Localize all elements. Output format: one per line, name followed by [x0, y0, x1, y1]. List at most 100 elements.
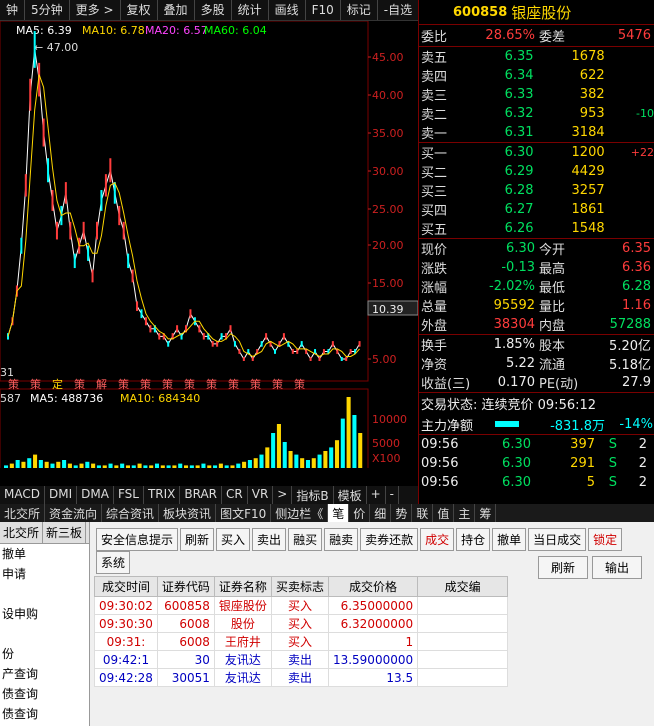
candle	[282, 333, 285, 340]
ask-levels: 卖五 6.35 1678 卖四 6.34 622 卖三 6.33 382 卖二 6.32 953 -10…	[419, 47, 654, 143]
nav-tab[interactable]: 势	[391, 504, 413, 522]
trade-button[interactable]: 卖券还款	[360, 528, 419, 551]
ma-legend-ma20: MA20: 6.57	[145, 24, 208, 37]
toolbar-item[interactable]: 5分钟	[25, 0, 70, 20]
export-button[interactable]: 输出	[592, 556, 642, 579]
nav-tab[interactable]: 笔	[328, 504, 350, 522]
indicator-tab[interactable]: 模板	[334, 486, 367, 505]
tick-volume: 397	[570, 437, 595, 452]
table-row[interactable]: 09:30:30 6008 股份 买入 6.32000000	[94, 614, 509, 633]
tree-item[interactable]: 债查询	[0, 684, 89, 704]
trade-button[interactable]: 融卖	[324, 528, 359, 551]
level-label: 卖二	[421, 108, 448, 123]
trade-button[interactable]: 锁定	[588, 528, 623, 551]
column-header[interactable]: 成交时间	[94, 576, 158, 597]
indicator-tab[interactable]: FSL	[114, 486, 144, 505]
indicator-tab[interactable]: VR	[248, 486, 274, 505]
table-row[interactable]: 09:30:02 600858 银座股份 买入 6.35000000	[94, 596, 509, 615]
candle	[149, 325, 152, 333]
volume-bar	[311, 458, 316, 469]
tree-item[interactable]	[0, 624, 89, 644]
tree-item[interactable]: 申请	[0, 564, 89, 584]
trade-button[interactable]: 持仓	[456, 528, 491, 551]
candle	[198, 325, 201, 333]
indicator-tab[interactable]: TRIX	[144, 486, 181, 505]
indicator-tab[interactable]: -	[386, 486, 399, 505]
toolbar-item[interactable]: 叠加	[158, 0, 195, 20]
toolbar-item[interactable]: 统计	[232, 0, 269, 20]
indicator-tab[interactable]: MACD	[0, 486, 45, 505]
level-price: 6.35	[504, 49, 534, 64]
trade-button[interactable]: 买入	[216, 528, 251, 551]
trade-button[interactable]: 卖出	[252, 528, 287, 551]
table-row[interactable]: 09:42:28 30051 友讯达 卖出 13.5	[94, 668, 509, 687]
tree-item[interactable]: 设申购	[0, 604, 89, 624]
market-tab[interactable]: 新三板	[43, 522, 87, 543]
column-header[interactable]: 成交编	[417, 576, 509, 597]
nav-tab[interactable]: 综合资讯	[102, 504, 160, 522]
nav-tab[interactable]: 侧边栏《	[271, 504, 329, 522]
tree-item[interactable]: 产查询	[0, 664, 89, 684]
volume-bar	[38, 460, 43, 469]
trade-table: 成交时间 证券代码 证券名称 买卖标志 成交价格 成交编 09:30:02 600858 银座…	[94, 576, 509, 687]
nav-tab[interactable]: 板块资讯	[159, 504, 217, 522]
nav-tab[interactable]: 资金流向	[45, 504, 103, 522]
stat-row: 现价 6.30 今开 6.35	[419, 239, 654, 258]
market-tab[interactable]: 北交所	[0, 522, 44, 543]
nav-tab[interactable]: 图文F10	[216, 504, 272, 522]
nav-tab[interactable]: 北交所	[0, 504, 46, 522]
tree-item[interactable]	[0, 584, 89, 604]
trade-button[interactable]: 融买	[288, 528, 323, 551]
indicator-tab[interactable]: >	[273, 486, 293, 505]
indicator-tab[interactable]: DMI	[45, 486, 78, 505]
trade-button[interactable]: 安全信息提示	[96, 528, 179, 551]
volume-bar	[96, 465, 101, 469]
toolbar-item[interactable]: F10	[306, 0, 341, 20]
cell-price: 6.35000000	[327, 596, 419, 615]
volume-bar	[253, 458, 258, 469]
volume-axis-label: 10000	[372, 413, 407, 426]
stat-label: 涨跌	[421, 262, 448, 277]
indicator-tab[interactable]: BRAR	[180, 486, 223, 505]
table-row[interactable]: 09:31: 6008 王府井 买入 1	[94, 632, 509, 651]
nav-tab[interactable]: 细	[370, 504, 392, 522]
column-header[interactable]: 买卖标志	[270, 576, 329, 597]
nav-tab[interactable]: 筹	[475, 504, 497, 522]
toolbar-item[interactable]: 复权	[121, 0, 158, 20]
stat2-value: 0.170	[497, 375, 535, 390]
nav-tab[interactable]: 值	[433, 504, 455, 522]
trade-button[interactable]: 撤单	[492, 528, 527, 551]
trade-button[interactable]: 刷新	[180, 528, 215, 551]
stat-value-2: 6.36	[622, 260, 651, 275]
indicator-tab[interactable]: 指标B	[292, 486, 334, 505]
quote-level: 卖二 6.32 953 -10	[419, 104, 654, 123]
toolbar-item[interactable]: 更多 >	[70, 0, 121, 20]
table-row[interactable]: 09:42:1 30 友讯达 卖出 13.59000000	[94, 650, 509, 669]
stat-label-2: 今开	[539, 243, 566, 258]
toolbar-item[interactable]: 画线	[269, 0, 306, 20]
column-header[interactable]: 成交价格	[327, 576, 419, 597]
tree-item[interactable]: 撤单	[0, 544, 89, 564]
tree-item[interactable]: 份	[0, 644, 89, 664]
toolbar-item[interactable]: -自选	[378, 0, 420, 20]
refresh-button[interactable]: 刷新	[538, 556, 588, 579]
candle	[42, 118, 45, 147]
function-tree: 北交所 新三板 撤单 申请 设申购份产查询 债查询 债查询	[0, 522, 90, 726]
nav-tab[interactable]: 主	[454, 504, 476, 522]
column-header[interactable]: 证券名称	[213, 576, 272, 597]
toolbar-item[interactable]: 标记	[341, 0, 378, 20]
column-header[interactable]: 证券代码	[156, 576, 215, 597]
tree-item[interactable]: 债查询	[0, 704, 89, 724]
toolbar-item[interactable]: 钟	[0, 0, 26, 20]
indicator-tab[interactable]: +	[367, 486, 386, 505]
stat-row: 涨幅 -2.02% 最低 6.28	[419, 277, 654, 296]
toolbar-item[interactable]: 多股	[195, 0, 232, 20]
nav-tab[interactable]: 价	[349, 504, 371, 522]
chart-canvas[interactable]: 45.00 40.00 35.00 30.00 25.00 20.00 15.00 10.39…	[0, 20, 419, 484]
trade-button[interactable]: 成交	[420, 528, 455, 551]
indicator-tab[interactable]: DMA	[77, 486, 114, 505]
nav-tab[interactable]: 联	[412, 504, 434, 522]
kline-chart[interactable]: 45.00 40.00 35.00 30.00 25.00 20.00 15.00 10.39…	[0, 20, 419, 484]
indicator-tab[interactable]: CR	[222, 486, 248, 505]
trade-button[interactable]: 当日成交	[528, 528, 587, 551]
